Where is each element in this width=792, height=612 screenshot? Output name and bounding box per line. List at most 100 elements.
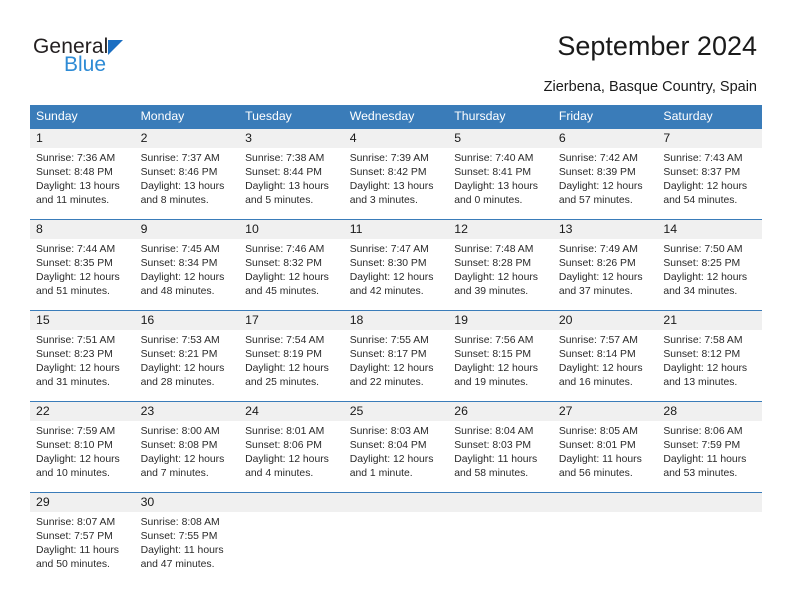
day-number: 20 bbox=[552, 311, 658, 330]
daylight-text-line1: Daylight: 12 hours bbox=[36, 272, 120, 284]
day-cell[interactable]: 28 Sunrise: 8:06 AM Sunset: 7:59 PM Dayl… bbox=[657, 401, 762, 493]
day-cell[interactable]: 16 Sunrise: 7:53 AM Sunset: 8:21 PM Dayl… bbox=[134, 310, 240, 402]
day-number: 18 bbox=[343, 311, 449, 330]
day-cell[interactable]: 25 Sunrise: 8:03 AM Sunset: 8:04 PM Dayl… bbox=[343, 401, 449, 493]
daylight-text-line1: Daylight: 13 hours bbox=[140, 181, 225, 193]
day-cell-empty bbox=[552, 492, 658, 583]
sunrise-text: Sunrise: 8:03 AM bbox=[349, 426, 429, 437]
sunset-text: Sunset: 8:10 PM bbox=[36, 440, 113, 452]
day-cell[interactable]: 22 Sunrise: 7:59 AM Sunset: 8:10 PM Dayl… bbox=[30, 401, 135, 493]
day-info: Sunrise: 8:08 AM Sunset: 7:55 PM Dayligh… bbox=[135, 512, 240, 572]
calendar-week-row: 29 Sunrise: 8:07 AM Sunset: 7:57 PM Dayl… bbox=[30, 492, 762, 583]
daylight-text-line1: Daylight: 12 hours bbox=[454, 272, 538, 284]
day-cell[interactable]: 18 Sunrise: 7:55 AM Sunset: 8:17 PM Dayl… bbox=[343, 310, 449, 402]
daylight-text-line1: Daylight: 12 hours bbox=[245, 454, 329, 466]
sunrise-text: Sunrise: 8:05 AM bbox=[558, 426, 638, 437]
sunset-text: Sunset: 8:06 PM bbox=[245, 440, 322, 452]
daylight-text-line1: Daylight: 11 hours bbox=[36, 545, 119, 557]
daylight-text-line2: and 54 minutes. bbox=[663, 195, 738, 207]
day-info: Sunrise: 8:04 AM Sunset: 8:03 PM Dayligh… bbox=[448, 421, 553, 481]
day-cell[interactable]: 6 Sunrise: 7:42 AM Sunset: 8:39 PM Dayli… bbox=[552, 128, 658, 220]
day-number: 4 bbox=[343, 129, 449, 148]
day-number: 16 bbox=[134, 311, 240, 330]
day-info: Sunrise: 8:07 AM Sunset: 7:57 PM Dayligh… bbox=[30, 512, 135, 572]
day-cell[interactable]: 27 Sunrise: 8:05 AM Sunset: 8:01 PM Dayl… bbox=[552, 401, 658, 493]
day-number: 8 bbox=[30, 220, 135, 239]
daylight-text-line2: and 1 minute. bbox=[349, 468, 413, 480]
sunset-text: Sunset: 8:21 PM bbox=[140, 349, 218, 361]
day-number: 10 bbox=[239, 220, 344, 239]
sunrise-text: Sunrise: 7:36 AM bbox=[36, 153, 116, 164]
sunrise-text: Sunrise: 8:01 AM bbox=[245, 426, 325, 437]
daylight-text-line1: Daylight: 12 hours bbox=[245, 272, 329, 284]
daylight-text-line2: and 16 minutes. bbox=[558, 377, 633, 389]
day-number: 28 bbox=[657, 402, 762, 421]
day-info: Sunrise: 7:42 AM Sunset: 8:39 PM Dayligh… bbox=[553, 148, 658, 208]
day-cell[interactable]: 17 Sunrise: 7:54 AM Sunset: 8:19 PM Dayl… bbox=[239, 310, 344, 402]
day-number: 2 bbox=[134, 129, 240, 148]
day-info: Sunrise: 7:36 AM Sunset: 8:48 PM Dayligh… bbox=[30, 148, 135, 208]
day-cell[interactable]: 29 Sunrise: 8:07 AM Sunset: 7:57 PM Dayl… bbox=[30, 492, 135, 583]
daylight-text-line2: and 47 minutes. bbox=[140, 559, 215, 571]
calendar-page: General Blue September 2024 Zierbena, Ba… bbox=[0, 0, 792, 612]
daylight-text-line2: and 4 minutes. bbox=[245, 468, 314, 480]
day-cell[interactable]: 20 Sunrise: 7:57 AM Sunset: 8:14 PM Dayl… bbox=[552, 310, 658, 402]
day-cell[interactable]: 9 Sunrise: 7:45 AM Sunset: 8:34 PM Dayli… bbox=[134, 219, 240, 311]
daylight-text-line1: Daylight: 12 hours bbox=[558, 181, 643, 193]
sunrise-text: Sunrise: 7:45 AM bbox=[140, 244, 220, 255]
day-info: Sunrise: 8:00 AM Sunset: 8:08 PM Dayligh… bbox=[135, 421, 240, 481]
daylight-text-line2: and 56 minutes. bbox=[558, 468, 633, 480]
daylight-text-line1: Daylight: 12 hours bbox=[454, 363, 538, 375]
sunset-text: Sunset: 8:23 PM bbox=[36, 349, 113, 361]
day-cell-empty bbox=[239, 492, 344, 583]
weekday-header-monday: Monday bbox=[134, 105, 240, 129]
generalblue-logo: General Blue bbox=[33, 36, 124, 75]
day-cell[interactable]: 13 Sunrise: 7:49 AM Sunset: 8:26 PM Dayl… bbox=[552, 219, 658, 311]
day-cell[interactable]: 2 Sunrise: 7:37 AM Sunset: 8:46 PM Dayli… bbox=[134, 128, 240, 220]
sunset-text: Sunset: 8:34 PM bbox=[140, 258, 218, 270]
daylight-text-line2: and 50 minutes. bbox=[36, 559, 110, 571]
day-cell[interactable]: 12 Sunrise: 7:48 AM Sunset: 8:28 PM Dayl… bbox=[448, 219, 553, 311]
daylight-text-line1: Daylight: 12 hours bbox=[663, 272, 748, 284]
day-info: Sunrise: 7:49 AM Sunset: 8:26 PM Dayligh… bbox=[553, 239, 658, 299]
daylight-text-line1: Daylight: 12 hours bbox=[663, 363, 748, 375]
day-info: Sunrise: 7:37 AM Sunset: 8:46 PM Dayligh… bbox=[135, 148, 240, 208]
day-cell[interactable]: 7 Sunrise: 7:43 AM Sunset: 8:37 PM Dayli… bbox=[657, 128, 762, 220]
day-cell[interactable]: 23 Sunrise: 8:00 AM Sunset: 8:08 PM Dayl… bbox=[134, 401, 240, 493]
day-cell[interactable]: 8 Sunrise: 7:44 AM Sunset: 8:35 PM Dayli… bbox=[30, 219, 135, 311]
daylight-text-line1: Daylight: 12 hours bbox=[36, 454, 120, 466]
day-info: Sunrise: 7:55 AM Sunset: 8:17 PM Dayligh… bbox=[344, 330, 449, 390]
day-cell[interactable]: 26 Sunrise: 8:04 AM Sunset: 8:03 PM Dayl… bbox=[448, 401, 553, 493]
sunset-text: Sunset: 7:59 PM bbox=[663, 440, 741, 452]
day-cell[interactable]: 11 Sunrise: 7:47 AM Sunset: 8:30 PM Dayl… bbox=[343, 219, 449, 311]
day-cell[interactable]: 1 Sunrise: 7:36 AM Sunset: 8:48 PM Dayli… bbox=[30, 128, 135, 220]
sunrise-text: Sunrise: 8:08 AM bbox=[140, 517, 220, 528]
day-cell[interactable]: 3 Sunrise: 7:38 AM Sunset: 8:44 PM Dayli… bbox=[239, 128, 344, 220]
day-cell-empty bbox=[343, 492, 449, 583]
day-cell[interactable]: 10 Sunrise: 7:46 AM Sunset: 8:32 PM Dayl… bbox=[239, 219, 344, 311]
sunrise-text: Sunrise: 7:49 AM bbox=[558, 244, 638, 255]
day-cell[interactable]: 4 Sunrise: 7:39 AM Sunset: 8:42 PM Dayli… bbox=[343, 128, 449, 220]
day-number bbox=[239, 493, 344, 512]
sunset-text: Sunset: 8:48 PM bbox=[36, 167, 113, 179]
weekday-header-row: Sunday Monday Tuesday Wednesday Thursday… bbox=[30, 105, 762, 129]
sunset-text: Sunset: 8:03 PM bbox=[454, 440, 532, 452]
day-info: Sunrise: 8:05 AM Sunset: 8:01 PM Dayligh… bbox=[553, 421, 658, 481]
day-cell[interactable]: 15 Sunrise: 7:51 AM Sunset: 8:23 PM Dayl… bbox=[30, 310, 135, 402]
day-cell[interactable]: 19 Sunrise: 7:56 AM Sunset: 8:15 PM Dayl… bbox=[448, 310, 553, 402]
daylight-text-line1: Daylight: 13 hours bbox=[349, 181, 434, 193]
day-cell[interactable]: 30 Sunrise: 8:08 AM Sunset: 7:55 PM Dayl… bbox=[134, 492, 240, 583]
weekday-header-tuesday: Tuesday bbox=[239, 105, 344, 129]
daylight-text-line1: Daylight: 11 hours bbox=[558, 454, 642, 466]
sunrise-text: Sunrise: 7:50 AM bbox=[663, 244, 743, 255]
sunrise-text: Sunrise: 8:06 AM bbox=[663, 426, 743, 437]
day-cell[interactable]: 24 Sunrise: 8:01 AM Sunset: 8:06 PM Dayl… bbox=[239, 401, 344, 493]
day-cell[interactable]: 21 Sunrise: 7:58 AM Sunset: 8:12 PM Dayl… bbox=[657, 310, 762, 402]
weekday-header-thursday: Thursday bbox=[448, 105, 553, 129]
page-header: General Blue September 2024 Zierbena, Ba… bbox=[0, 0, 792, 100]
calendar-week-row: 8 Sunrise: 7:44 AM Sunset: 8:35 PM Dayli… bbox=[30, 219, 762, 311]
day-cell[interactable]: 5 Sunrise: 7:40 AM Sunset: 8:41 PM Dayli… bbox=[448, 128, 553, 220]
sunrise-text: Sunrise: 7:57 AM bbox=[558, 335, 638, 346]
day-cell[interactable]: 14 Sunrise: 7:50 AM Sunset: 8:25 PM Dayl… bbox=[657, 219, 762, 311]
day-info: Sunrise: 7:45 AM Sunset: 8:34 PM Dayligh… bbox=[135, 239, 240, 299]
